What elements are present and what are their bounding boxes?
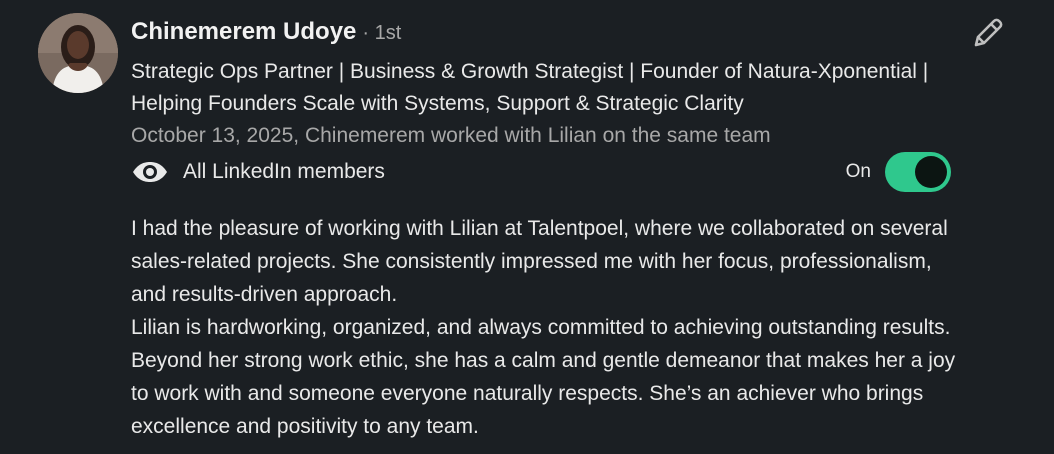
toggle-status: On: [845, 161, 871, 182]
recommendation-paragraph: I had the pleasure of working with Lilia…: [131, 217, 948, 306]
recommendation-paragraph: Lilian is hardworking, organized, and al…: [131, 316, 956, 438]
toggle-knob[interactable]: [915, 156, 947, 188]
author-name[interactable]: Chinemerem Udoye: [131, 18, 356, 46]
recommendation-card: Chinemerem Udoye · 1st Strategic Ops Par…: [0, 0, 1054, 454]
visibility-toggle-group: On: [846, 152, 951, 192]
visibility-label: All LinkedIn members: [183, 160, 385, 183]
profile-photo: [38, 13, 118, 93]
relationship-meta: October 13, 2025, Chinemerem worked with…: [131, 124, 771, 147]
name-row: Chinemerem Udoye · 1st: [131, 18, 951, 52]
recommendation-header: Chinemerem Udoye · 1st Strategic Ops Par…: [131, 18, 951, 152]
connection-degree: · 1st: [362, 22, 402, 44]
author-headline: Strategic Ops Partner | Business & Growt…: [131, 60, 929, 115]
avatar[interactable]: [38, 13, 118, 93]
eye-icon: [131, 160, 169, 184]
visibility-toggle[interactable]: [885, 152, 951, 192]
recommendation-text: I had the pleasure of working with Lilia…: [131, 212, 961, 443]
visibility-setting: All LinkedIn members On: [131, 152, 951, 192]
pencil-icon[interactable]: [970, 15, 1006, 51]
